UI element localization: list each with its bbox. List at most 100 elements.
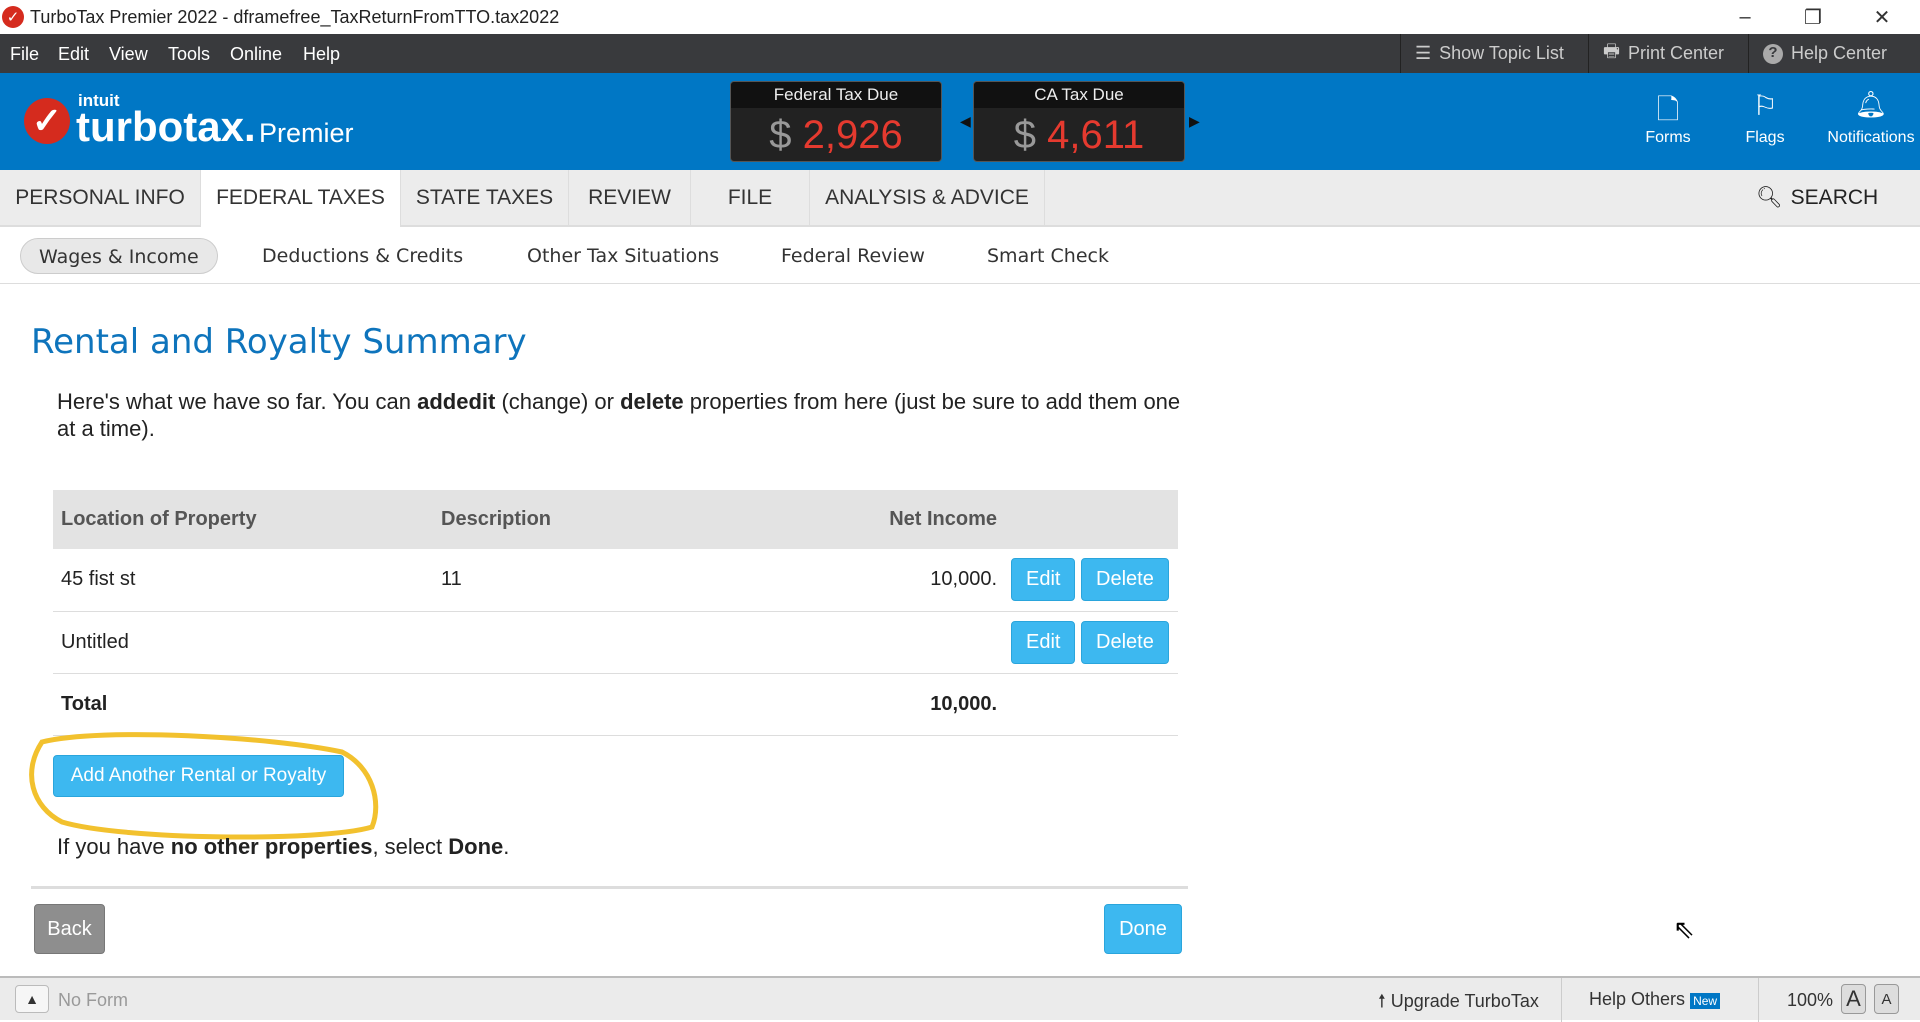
help-center-label: Help Center bbox=[1791, 43, 1888, 63]
column-net-income: Net Income bbox=[753, 490, 997, 549]
search-button[interactable]: 🔍︎ SEARCH bbox=[1756, 186, 1878, 210]
title-bar: ✓ TurboTax Premier 2022 - dframefree_Tax… bbox=[0, 0, 1920, 34]
menu-help[interactable]: Help bbox=[303, 44, 340, 65]
forms-button[interactable]: 🗋 Forms bbox=[1640, 89, 1696, 147]
turbotax-logo-text: turbotax. bbox=[76, 103, 256, 150]
help-others-link[interactable]: Help Others New bbox=[1589, 989, 1721, 1010]
tab-federal-taxes[interactable]: FEDERAL TAXES bbox=[201, 170, 401, 227]
app-header: ✓ intuit turbotax. Premier Federal Tax D… bbox=[0, 73, 1920, 170]
table-row: Untitled Edit Delete bbox=[53, 611, 1178, 674]
tab-state-taxes[interactable]: STATE TAXES bbox=[401, 170, 569, 225]
status-bar: ▲ No Form 🠕 Upgrade TurboTax Help Others… bbox=[0, 976, 1920, 1022]
delete-button[interactable]: Delete bbox=[1081, 558, 1169, 602]
flags-label: Flags bbox=[1745, 129, 1785, 146]
close-button[interactable]: ✕ bbox=[1852, 0, 1912, 34]
tab-analysis-advice[interactable]: ANALYSIS & ADVICE bbox=[810, 170, 1045, 225]
show-topic-list-label: Show Topic List bbox=[1439, 43, 1564, 63]
delete-button[interactable]: Delete bbox=[1081, 620, 1169, 664]
menu-view[interactable]: View bbox=[109, 44, 148, 65]
page-title: Rental and Royalty Summary bbox=[31, 322, 527, 362]
new-badge: New bbox=[1690, 993, 1721, 1009]
federal-tax-amount: 2,926 bbox=[802, 113, 903, 157]
font-smaller-button[interactable]: A bbox=[1874, 984, 1899, 1014]
column-location: Location of Property bbox=[53, 490, 433, 549]
menu-bar: File Edit View Tools Online Help ☰ Show T… bbox=[0, 34, 1920, 73]
help-center-button[interactable]: ? Help Center bbox=[1748, 34, 1887, 73]
print-center-button[interactable]: 🖶 Print Center bbox=[1588, 34, 1724, 73]
currency-symbol: $ bbox=[769, 113, 792, 157]
subtab-federal-review[interactable]: Federal Review bbox=[781, 238, 925, 274]
sub-nav: Wages & Income Deductions & Credits Othe… bbox=[0, 227, 1920, 284]
currency-symbol: $ bbox=[1013, 113, 1036, 157]
state-tax-due[interactable]: CA Tax Due $ 4,611 bbox=[973, 81, 1185, 162]
property-description: 11 bbox=[433, 549, 753, 612]
forms-label: Forms bbox=[1645, 129, 1691, 146]
divider bbox=[1561, 978, 1562, 1022]
search-label: SEARCH bbox=[1790, 186, 1879, 209]
help-others-label: Help Others bbox=[1589, 989, 1686, 1009]
divider bbox=[1758, 978, 1759, 1022]
up-arrow-icon: 🠕 bbox=[1378, 991, 1386, 1011]
highlight-annotation bbox=[29, 732, 379, 840]
upgrade-label: Upgrade TurboTax bbox=[1390, 991, 1539, 1011]
back-button[interactable]: Back bbox=[34, 904, 105, 954]
mouse-cursor-icon: ⇖ bbox=[1673, 914, 1695, 944]
list-icon: ☰ bbox=[1415, 43, 1432, 63]
menu-edit[interactable]: Edit bbox=[58, 44, 89, 65]
state-tax-amount: 4,611 bbox=[1047, 113, 1145, 157]
column-description: Description bbox=[433, 490, 753, 549]
table-row: 45 fist st 11 10,000. Edit Delete bbox=[53, 549, 1178, 612]
tab-file[interactable]: FILE bbox=[691, 170, 810, 225]
property-location: Untitled bbox=[53, 611, 433, 674]
subtab-other-tax-situations[interactable]: Other Tax Situations bbox=[527, 238, 719, 274]
intro-text: Here's what we have so far. You can adde… bbox=[57, 389, 1181, 441]
table-header: Location of Property Description Net Inc… bbox=[53, 490, 1178, 549]
font-larger-button[interactable]: A bbox=[1841, 984, 1866, 1014]
restore-button[interactable]: ❐ bbox=[1783, 0, 1843, 34]
edit-button[interactable]: Edit bbox=[1011, 620, 1076, 664]
window-title: TurboTax Premier 2022 - dframefree_TaxRe… bbox=[30, 6, 560, 27]
tab-personal-info[interactable]: PERSONAL INFO bbox=[0, 170, 201, 225]
divider bbox=[31, 886, 1188, 889]
expand-form-button[interactable]: ▲ bbox=[15, 985, 49, 1013]
notifications-button[interactable]: 🔔︎ Notifications bbox=[1822, 89, 1920, 147]
total-value: 10,000. bbox=[753, 673, 997, 736]
menu-online[interactable]: Online bbox=[230, 44, 282, 65]
done-button[interactable]: Done bbox=[1104, 904, 1182, 954]
subtab-wages-income[interactable]: Wages & Income bbox=[20, 238, 218, 274]
next-arrow-icon[interactable]: ▶ bbox=[1189, 113, 1200, 130]
property-description bbox=[433, 611, 753, 674]
footer-text: If you have no other properties, select … bbox=[57, 834, 510, 859]
property-net-income bbox=[753, 611, 997, 674]
document-icon: 🗋 bbox=[1656, 94, 1680, 125]
flag-icon: ⚐ bbox=[1752, 90, 1778, 121]
property-location: 45 fist st bbox=[53, 549, 433, 612]
flags-button[interactable]: ⚐ Flags bbox=[1740, 89, 1790, 147]
help-icon: ? bbox=[1763, 43, 1783, 64]
notifications-label: Notifications bbox=[1827, 129, 1915, 146]
prev-arrow-icon[interactable]: ◀ bbox=[960, 113, 971, 130]
print-center-label: Print Center bbox=[1628, 43, 1725, 63]
tab-review[interactable]: REVIEW bbox=[569, 170, 691, 225]
menu-file[interactable]: File bbox=[10, 44, 39, 65]
state-tax-label: CA Tax Due bbox=[974, 82, 1184, 108]
properties-table: Location of Property Description Net Inc… bbox=[53, 490, 1178, 736]
subtab-deductions-credits[interactable]: Deductions & Credits bbox=[262, 238, 463, 274]
no-form-label: No Form bbox=[58, 990, 129, 1010]
edition-label: Premier bbox=[259, 118, 354, 148]
edit-button[interactable]: Edit bbox=[1011, 558, 1076, 602]
property-net-income: 10,000. bbox=[753, 549, 997, 612]
zoom-level: 100% bbox=[1787, 990, 1834, 1010]
bell-icon: 🔔︎ bbox=[1854, 89, 1888, 119]
minimize-button[interactable]: – bbox=[1715, 0, 1775, 34]
federal-tax-due[interactable]: Federal Tax Due $ 2,926 bbox=[730, 81, 942, 162]
subtab-smart-check[interactable]: Smart Check bbox=[987, 238, 1109, 274]
federal-tax-label: Federal Tax Due bbox=[731, 82, 941, 108]
printer-icon: 🖶 bbox=[1603, 40, 1620, 61]
upgrade-turbotax-link[interactable]: 🠕 Upgrade TurboTax bbox=[1378, 989, 1539, 1019]
main-nav: PERSONAL INFO FEDERAL TAXES STATE TAXES … bbox=[0, 170, 1920, 227]
turbotax-check-icon: ✓ bbox=[2, 6, 24, 28]
turbotax-logo-icon: ✓ bbox=[24, 98, 70, 144]
menu-tools[interactable]: Tools bbox=[168, 44, 210, 65]
show-topic-list-button[interactable]: ☰ Show Topic List bbox=[1400, 34, 1564, 73]
